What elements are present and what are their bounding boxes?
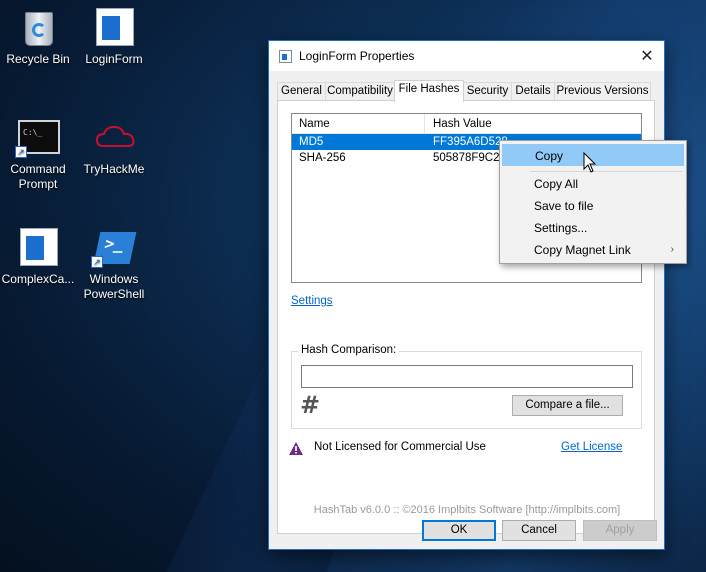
desktop-icon-label: ComplexCa... — [1, 272, 75, 286]
tab-compatibility[interactable]: Compatibility — [325, 82, 395, 101]
settings-link[interactable]: Settings — [291, 295, 333, 307]
column-header-hash-value[interactable]: Hash Value — [433, 118, 492, 130]
menu-item-copy-magnet-link[interactable]: Copy Magnet Link › — [502, 239, 684, 261]
hash-icon: # — [300, 391, 321, 419]
command-prompt-icon: C:\_ ↗ — [15, 116, 61, 158]
properties-dialog: LoginForm Properties ✕ General Compatibi… — [268, 40, 665, 550]
tryhackme-logo-icon — [91, 116, 137, 158]
desktop-icon-command-prompt[interactable]: C:\_ ↗ Command Prompt — [0, 116, 76, 192]
menu-item-settings[interactable]: Settings... — [502, 217, 684, 239]
tab-previous-versions[interactable]: Previous Versions — [554, 82, 651, 101]
tab-details[interactable]: Details — [511, 82, 555, 101]
dialog-title: LoginForm Properties — [299, 49, 415, 63]
desktop-icon-recycle-bin[interactable]: Recycle Bin — [0, 6, 76, 67]
hash-list-header: Name Hash Value — [292, 114, 641, 134]
shortcut-arrow-icon: ↗ — [15, 146, 27, 158]
desktop-icon-label: LoginForm — [85, 52, 143, 66]
desktop-icon-complexca[interactable]: ComplexCa... — [0, 226, 76, 287]
menu-item-label: Copy Magnet Link — [534, 243, 631, 257]
cancel-button[interactable]: Cancel — [502, 520, 576, 541]
hash-name: SHA-256 — [299, 152, 346, 164]
tab-security[interactable]: Security — [463, 82, 512, 101]
desktop-icon-windows-powershell[interactable]: >_ ↗ Windows PowerShell — [76, 226, 152, 302]
apply-button[interactable]: Apply — [583, 520, 657, 541]
close-button[interactable]: ✕ — [630, 41, 664, 71]
desktop-icon-label: TryHackMe — [83, 162, 145, 176]
get-license-link[interactable]: Get License — [561, 441, 622, 453]
desktop-icon-label: Command Prompt — [10, 162, 66, 191]
tab-strip: General Compatibility File Hashes Securi… — [277, 80, 657, 102]
desktop-icon-loginform[interactable]: LoginForm — [76, 6, 152, 67]
hash-comparison-input[interactable] — [301, 365, 633, 388]
cloud-icon — [95, 125, 135, 147]
hash-name: MD5 — [299, 136, 324, 148]
hash-comparison-group: Hash Comparison: # Compare a file... — [291, 344, 642, 429]
recycle-bin-icon — [15, 6, 61, 48]
submenu-arrow-icon: › — [670, 244, 674, 255]
desktop-icon-label: Recycle Bin — [6, 52, 70, 66]
powershell-icon: >_ ↗ — [91, 226, 137, 268]
shortcut-arrow-icon: ↗ — [91, 256, 103, 268]
tab-general[interactable]: General — [277, 82, 326, 101]
ok-button[interactable]: OK — [422, 520, 496, 541]
mouse-cursor-icon — [583, 152, 597, 173]
hashtab-footer: HashTab v6.0.0 :: ©2016 Implbits Softwar… — [313, 504, 621, 516]
menu-item-copy-all[interactable]: Copy All — [502, 173, 684, 195]
dialog-titlebar[interactable]: LoginForm Properties ✕ — [269, 41, 664, 71]
warning-icon — [289, 442, 303, 455]
tab-file-hashes[interactable]: File Hashes — [394, 80, 464, 102]
desktop-icon-label: Windows PowerShell — [83, 272, 145, 301]
application-icon — [15, 226, 61, 268]
column-header-name[interactable]: Name — [299, 118, 330, 130]
compare-file-button[interactable]: Compare a file... — [512, 395, 623, 416]
application-icon — [91, 6, 137, 48]
desktop-icon-tryhackme[interactable]: TryHackMe — [76, 116, 152, 177]
hash-value: 505878F9C2C — [433, 152, 508, 164]
hash-comparison-label: Hash Comparison: — [298, 344, 400, 356]
file-icon — [279, 50, 292, 63]
menu-separator — [530, 171, 682, 172]
hash-value: FF395A6D528 — [433, 136, 508, 148]
menu-item-save-to-file[interactable]: Save to file — [502, 195, 684, 217]
license-status-text: Not Licensed for Commercial Use — [314, 441, 486, 453]
